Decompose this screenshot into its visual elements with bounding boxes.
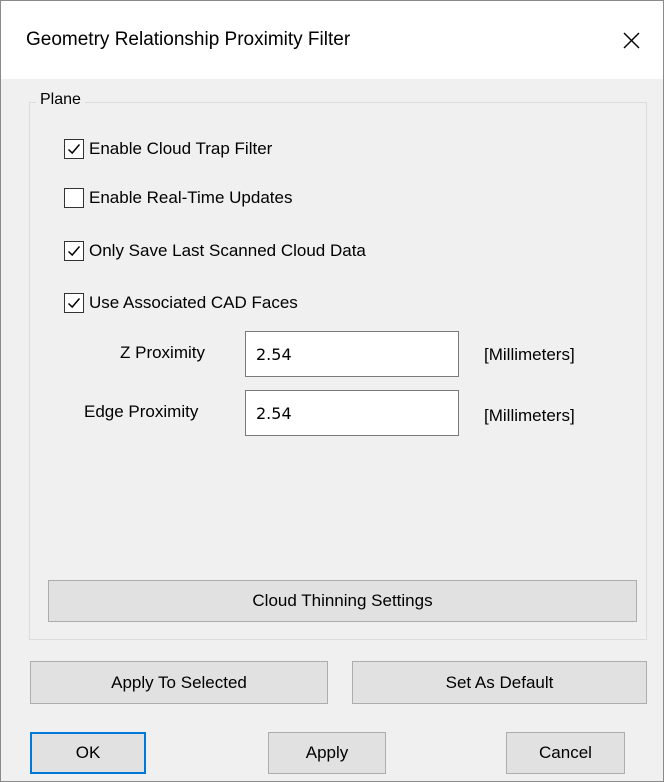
apply-button[interactable]: Apply bbox=[268, 732, 386, 774]
edge-proximity-label: Edge Proximity bbox=[84, 402, 199, 421]
dialog-title: Geometry Relationship Proximity Filter bbox=[26, 29, 351, 50]
z-proximity-unit: [Millimeters] bbox=[484, 345, 575, 364]
checkbox-box[interactable] bbox=[64, 188, 84, 208]
checkbox-label: Enable Real-Time Updates bbox=[89, 188, 293, 207]
checkbox-label: Only Save Last Scanned Cloud Data bbox=[89, 241, 366, 260]
set-as-default-button[interactable]: Set As Default bbox=[352, 661, 647, 704]
use-associated-cad-faces-checkbox[interactable]: Use Associated CAD Faces bbox=[64, 292, 298, 314]
close-button[interactable] bbox=[599, 1, 663, 79]
edge-proximity-unit: [Millimeters] bbox=[484, 406, 575, 425]
checkbox-label: Use Associated CAD Faces bbox=[89, 293, 298, 312]
close-icon bbox=[623, 32, 640, 49]
checkbox-box[interactable] bbox=[64, 293, 84, 313]
ok-button[interactable]: OK bbox=[30, 732, 146, 774]
cancel-button[interactable]: Cancel bbox=[506, 732, 625, 774]
checkmark-icon bbox=[67, 298, 81, 309]
enable-real-time-updates-checkbox[interactable]: Enable Real-Time Updates bbox=[64, 187, 292, 209]
only-save-last-scanned-checkbox[interactable]: Only Save Last Scanned Cloud Data bbox=[64, 240, 366, 262]
checkmark-icon bbox=[67, 246, 81, 257]
checkbox-box[interactable] bbox=[64, 139, 84, 159]
checkbox-label: Enable Cloud Trap Filter bbox=[89, 139, 273, 158]
z-proximity-label: Z Proximity bbox=[120, 343, 205, 362]
apply-to-selected-button[interactable]: Apply To Selected bbox=[30, 661, 328, 704]
title-bar: Geometry Relationship Proximity Filter bbox=[1, 1, 663, 79]
z-proximity-input[interactable] bbox=[245, 331, 459, 377]
enable-cloud-trap-filter-checkbox[interactable]: Enable Cloud Trap Filter bbox=[64, 138, 272, 160]
cloud-thinning-settings-button[interactable]: Cloud Thinning Settings bbox=[48, 580, 637, 622]
edge-proximity-input[interactable] bbox=[245, 390, 459, 436]
checkbox-box[interactable] bbox=[64, 241, 84, 261]
plane-group-label: Plane bbox=[36, 90, 85, 110]
checkmark-icon bbox=[67, 144, 81, 155]
